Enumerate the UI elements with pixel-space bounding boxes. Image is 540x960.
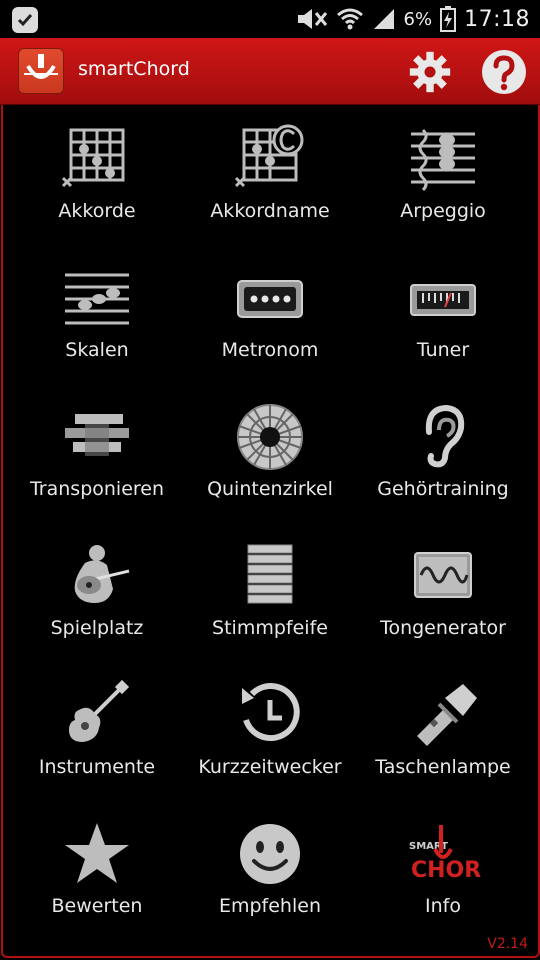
menu-item-label: Info (425, 895, 461, 917)
menu-item-label: Taschenlampe (375, 756, 511, 778)
flashlight-icon (417, 684, 477, 746)
chord-name-icon (234, 124, 304, 188)
smiley-icon (240, 824, 300, 884)
chord-diagram-icon (61, 128, 125, 188)
menu-item-label: Metronom (221, 339, 319, 361)
menu-item-label: Skalen (65, 339, 129, 361)
ear-icon (425, 404, 465, 468)
menu-item-label: Tongenerator (380, 617, 506, 639)
menu-item-label: Akkordname (210, 200, 330, 222)
menu-item-tuner[interactable]: Tuner (353, 249, 533, 388)
menu-item-label: Empfehlen (218, 895, 321, 917)
transpose-icon (65, 414, 129, 456)
guitar-player-icon (74, 545, 130, 603)
tone-generator-icon (414, 552, 472, 598)
menu-item-kurzzeitwecker[interactable]: Kurzzeitwecker (180, 666, 360, 805)
menu-item-label: Bewerten (51, 895, 143, 917)
menu-grid: Akkorde Akkordname Arpeggio Skalen Metro… (0, 0, 540, 960)
version-label: V2.14 (487, 936, 528, 952)
metronome-icon (237, 280, 303, 318)
menu-item-label: Quintenzirkel (207, 478, 333, 500)
menu-item-quintenzirkel[interactable]: Quintenzirkel (180, 388, 360, 527)
menu-item-label: Kurzzeitwecker (198, 756, 342, 778)
menu-item-label: Akkorde (58, 200, 136, 222)
star-icon (65, 823, 129, 883)
circle-of-fifths-icon (237, 404, 303, 470)
menu-item-taschenlampe[interactable]: Taschenlampe (353, 666, 533, 805)
menu-item-label: Stimmpfeife (212, 617, 328, 639)
menu-item-label: Spielplatz (50, 617, 144, 639)
menu-item-metronom[interactable]: Metronom (180, 249, 360, 388)
menu-item-instrumente[interactable]: Instrumente (7, 666, 187, 805)
menu-item-label: Instrumente (38, 756, 156, 778)
menu-item-label: Arpeggio (400, 200, 486, 222)
scales-icon (65, 273, 129, 325)
menu-item-akkorde[interactable]: Akkorde (7, 110, 187, 249)
menu-item-skalen[interactable]: Skalen (7, 249, 187, 388)
menu-item-gehoertraining[interactable]: Gehörtraining (353, 388, 533, 527)
menu-item-bewerten[interactable]: Bewerten (7, 805, 187, 944)
menu-item-label: Gehörtraining (377, 478, 509, 500)
svg-text:CHORD: CHORD (411, 858, 481, 883)
menu-item-tongenerator[interactable]: Tongenerator (353, 527, 533, 666)
menu-item-akkordname[interactable]: Akkordname (180, 110, 360, 249)
menu-item-spielplatz[interactable]: Spielplatz (7, 527, 187, 666)
menu-item-transponieren[interactable]: Transponieren (7, 388, 187, 527)
guitar-icon (69, 680, 130, 742)
menu-item-arpeggio[interactable]: Arpeggio (353, 110, 533, 249)
menu-item-empfehlen[interactable]: Empfehlen (180, 805, 360, 944)
pitch-pipe-icon (247, 544, 293, 604)
menu-item-label: Transponieren (29, 478, 165, 500)
tuner-icon (410, 284, 476, 316)
menu-item-info[interactable]: SMART CHORD Info (353, 805, 533, 944)
arpeggio-icon (411, 128, 475, 192)
smartchord-logo-icon: SMART CHORD (409, 825, 481, 883)
menu-item-stimmpfeife[interactable]: Stimmpfeife (180, 527, 360, 666)
timer-icon (242, 683, 300, 741)
menu-item-label: Tuner (416, 339, 470, 361)
